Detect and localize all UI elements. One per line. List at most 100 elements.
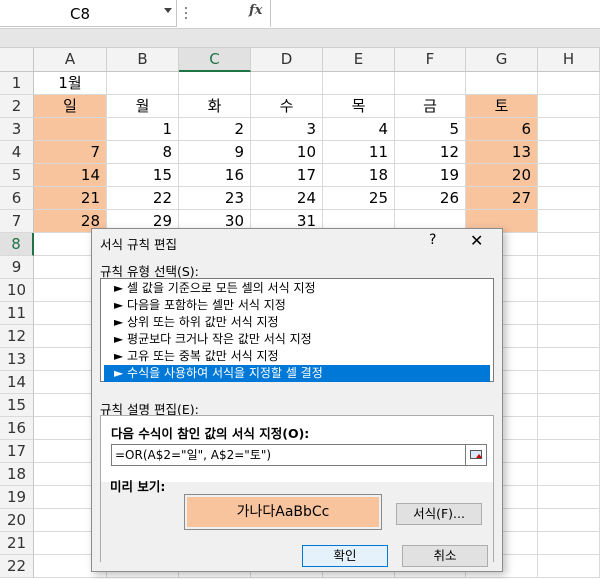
name-box[interactable]: C8 bbox=[0, 0, 177, 27]
cell-f3[interactable]: 5 bbox=[395, 118, 466, 141]
cell-h21[interactable] bbox=[538, 532, 600, 555]
cell-h15[interactable] bbox=[538, 394, 600, 417]
cell-e2[interactable]: 목 bbox=[323, 95, 395, 118]
insert-function-icon[interactable]: fx bbox=[249, 3, 262, 18]
row-header-11[interactable]: 11 bbox=[0, 302, 34, 325]
cell-h17[interactable] bbox=[538, 440, 600, 463]
cell-c4[interactable]: 9 bbox=[179, 141, 251, 164]
column-header-b[interactable]: B bbox=[107, 48, 179, 72]
cell-h3[interactable] bbox=[538, 118, 600, 141]
cell-a3[interactable] bbox=[34, 118, 107, 141]
rule-type-item[interactable]: ► 다음을 포함하는 셀만 서식 지정 bbox=[104, 297, 490, 314]
cell-h13[interactable] bbox=[538, 348, 600, 371]
row-header-1[interactable]: 1 bbox=[0, 72, 34, 95]
cell-b5[interactable]: 15 bbox=[107, 164, 179, 187]
cell-d3[interactable]: 3 bbox=[251, 118, 323, 141]
cell-d4[interactable]: 10 bbox=[251, 141, 323, 164]
row-header-20[interactable]: 20 bbox=[0, 509, 34, 532]
row-header-22[interactable]: 22 bbox=[0, 555, 34, 578]
cell-c6[interactable]: 23 bbox=[179, 187, 251, 210]
cell-g5[interactable]: 20 bbox=[466, 164, 538, 187]
column-header-e[interactable]: E bbox=[323, 48, 395, 72]
cell-f4[interactable]: 12 bbox=[395, 141, 466, 164]
cell-h5[interactable] bbox=[538, 164, 600, 187]
row-header-7[interactable]: 7 bbox=[0, 210, 34, 233]
rule-type-item[interactable]: ► 수식을 사용하여 서식을 지정할 셀 결정 bbox=[104, 365, 490, 382]
cell-f1[interactable] bbox=[395, 72, 466, 95]
column-header-d[interactable]: D bbox=[251, 48, 323, 72]
column-header-f[interactable]: F bbox=[395, 48, 466, 72]
cell-a1[interactable]: 1월 bbox=[34, 72, 107, 95]
cell-h11[interactable] bbox=[538, 302, 600, 325]
ok-button[interactable]: 확인 bbox=[302, 545, 388, 567]
cell-h14[interactable] bbox=[538, 371, 600, 394]
cell-a6[interactable]: 21 bbox=[34, 187, 107, 210]
cell-d6[interactable]: 24 bbox=[251, 187, 323, 210]
cell-h22[interactable] bbox=[538, 555, 600, 578]
row-header-19[interactable]: 19 bbox=[0, 486, 34, 509]
row-header-8[interactable]: 8 bbox=[0, 233, 34, 256]
cell-d5[interactable]: 17 bbox=[251, 164, 323, 187]
cell-e5[interactable]: 18 bbox=[323, 164, 395, 187]
cell-g3[interactable]: 6 bbox=[466, 118, 538, 141]
row-header-4[interactable]: 4 bbox=[0, 141, 34, 164]
cell-d2[interactable]: 수 bbox=[251, 95, 323, 118]
cell-g2[interactable]: 토 bbox=[466, 95, 538, 118]
cell-c3[interactable]: 2 bbox=[179, 118, 251, 141]
cell-e3[interactable]: 4 bbox=[323, 118, 395, 141]
cell-h2[interactable] bbox=[538, 95, 600, 118]
cell-b4[interactable]: 8 bbox=[107, 141, 179, 164]
row-header-3[interactable]: 3 bbox=[0, 118, 34, 141]
row-header-16[interactable]: 16 bbox=[0, 417, 34, 440]
cell-f2[interactable]: 금 bbox=[395, 95, 466, 118]
row-header-2[interactable]: 2 bbox=[0, 95, 34, 118]
rule-type-item[interactable]: ► 고유 또는 중복 값만 서식 지정 bbox=[104, 348, 490, 365]
help-button[interactable]: ? bbox=[429, 232, 436, 248]
cell-c1[interactable] bbox=[179, 72, 251, 95]
formula-input[interactable]: =OR(A$2="일", A$2="토") bbox=[111, 444, 475, 466]
cell-b2[interactable]: 월 bbox=[107, 95, 179, 118]
cell-h7[interactable] bbox=[538, 210, 600, 233]
cell-h9[interactable] bbox=[538, 256, 600, 279]
rule-type-list[interactable]: ► 셀 값을 기준으로 모든 셀의 서식 지정 ► 다음을 포함하는 셀만 서식 … bbox=[100, 278, 494, 382]
close-button[interactable]: ✕ bbox=[470, 231, 483, 250]
rule-type-item[interactable]: ► 상위 또는 하위 값만 서식 지정 bbox=[104, 314, 490, 331]
cell-a4[interactable]: 7 bbox=[34, 141, 107, 164]
cell-g6[interactable]: 27 bbox=[466, 187, 538, 210]
row-header-15[interactable]: 15 bbox=[0, 394, 34, 417]
cell-e1[interactable] bbox=[323, 72, 395, 95]
select-all-corner[interactable] bbox=[0, 48, 34, 72]
row-header-21[interactable]: 21 bbox=[0, 532, 34, 555]
row-header-13[interactable]: 13 bbox=[0, 348, 34, 371]
cell-c5[interactable]: 16 bbox=[179, 164, 251, 187]
cell-e6[interactable]: 25 bbox=[323, 187, 395, 210]
format-button[interactable]: 서식(F)... bbox=[396, 503, 482, 525]
cancel-button[interactable]: 취소 bbox=[402, 545, 488, 567]
cell-g4[interactable]: 13 bbox=[466, 141, 538, 164]
formula-bar-grip-icon[interactable] bbox=[185, 4, 189, 24]
cell-h1[interactable] bbox=[538, 72, 600, 95]
row-header-6[interactable]: 6 bbox=[0, 187, 34, 210]
cell-e4[interactable]: 11 bbox=[323, 141, 395, 164]
row-header-10[interactable]: 10 bbox=[0, 279, 34, 302]
cell-h10[interactable] bbox=[538, 279, 600, 302]
rule-type-item[interactable]: ► 셀 값을 기준으로 모든 셀의 서식 지정 bbox=[104, 280, 490, 297]
cell-h12[interactable] bbox=[538, 325, 600, 348]
cell-h6[interactable] bbox=[538, 187, 600, 210]
collapse-dialog-button[interactable] bbox=[465, 444, 487, 466]
row-header-17[interactable]: 17 bbox=[0, 440, 34, 463]
cell-d1[interactable] bbox=[251, 72, 323, 95]
column-header-c[interactable]: C bbox=[179, 48, 251, 72]
column-header-h[interactable]: H bbox=[538, 48, 600, 72]
cell-h16[interactable] bbox=[538, 417, 600, 440]
column-header-a[interactable]: A bbox=[34, 48, 107, 72]
cell-h4[interactable] bbox=[538, 141, 600, 164]
cell-b6[interactable]: 22 bbox=[107, 187, 179, 210]
cell-a5[interactable]: 14 bbox=[34, 164, 107, 187]
cell-c2[interactable]: 화 bbox=[179, 95, 251, 118]
cell-h18[interactable] bbox=[538, 463, 600, 486]
row-header-12[interactable]: 12 bbox=[0, 325, 34, 348]
row-header-14[interactable]: 14 bbox=[0, 371, 34, 394]
cell-a2[interactable]: 일 bbox=[34, 95, 107, 118]
chevron-down-icon[interactable] bbox=[164, 8, 172, 13]
